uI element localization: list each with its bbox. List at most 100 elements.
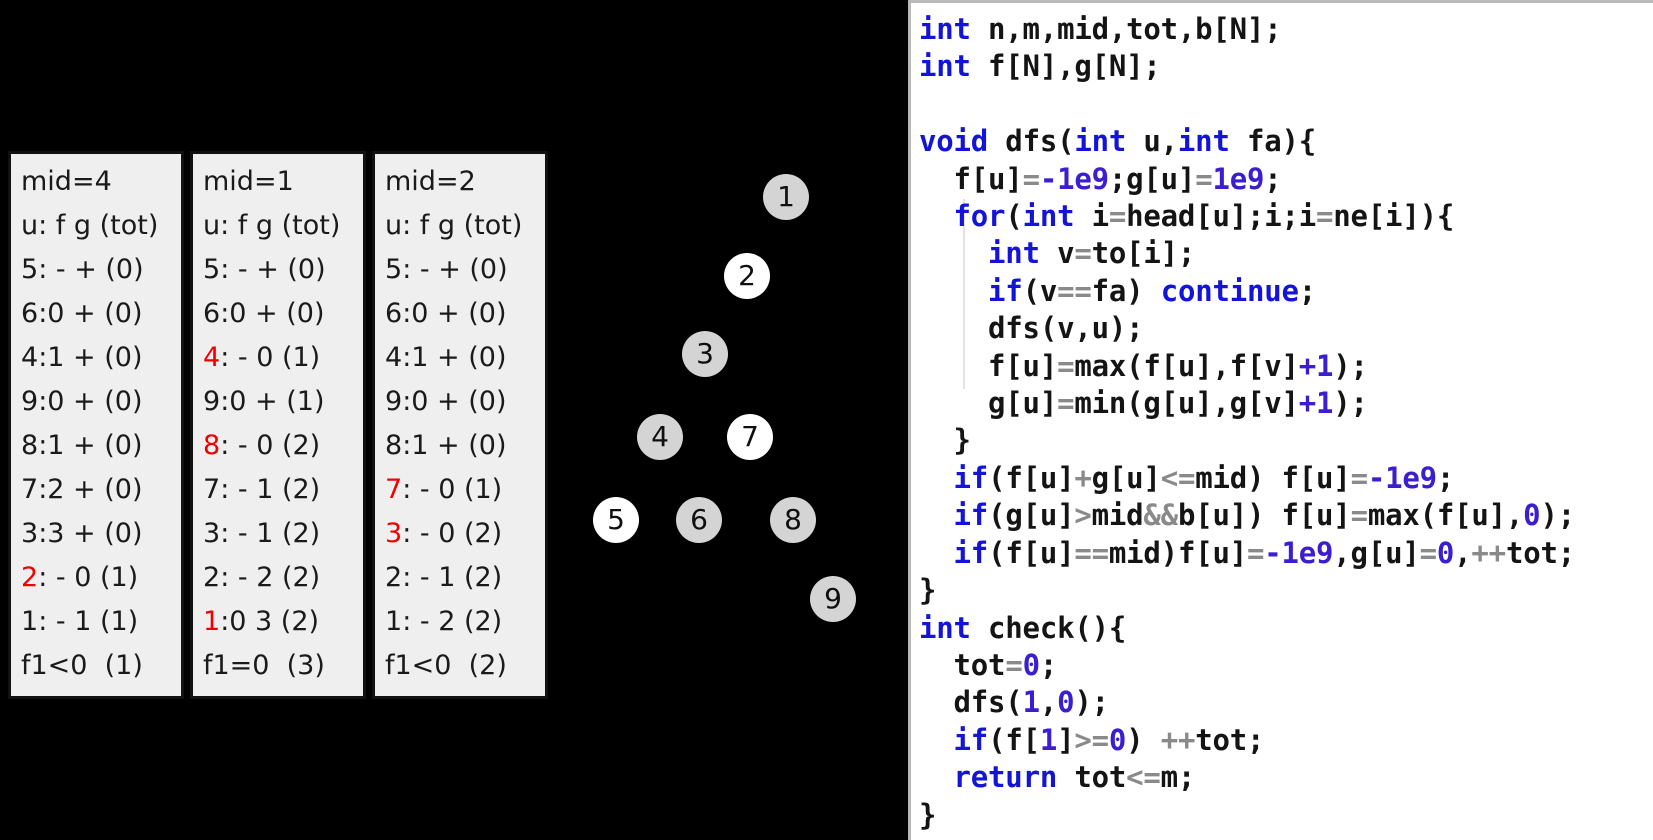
- code-token-pl: }: [919, 573, 937, 608]
- trace-row: 5: - + (0): [203, 248, 353, 292]
- code-token-pl: tot: [919, 647, 1006, 682]
- trace-row-values: :0 + (0): [220, 298, 325, 329]
- trace-table-footer: f1=0 (3): [203, 650, 325, 681]
- trace-row-node: 2: [203, 562, 221, 593]
- trace-row: 4:1 + (0): [385, 336, 535, 380]
- code-pane: int n,m,mid,tot,b[N]; int f[N],g[N]; void…: [908, 0, 1653, 840]
- trace-row-values: :0 + (0): [402, 298, 507, 329]
- trace-row-values: :1 + (0): [402, 342, 507, 373]
- trace-row: 4: - 0 (1): [203, 336, 353, 380]
- trace-row-values: :0 + (1): [220, 386, 325, 417]
- code-token-pl: g[u]: [1091, 460, 1161, 495]
- code-token-op: <=: [1160, 460, 1196, 495]
- code-token-op: =: [1246, 535, 1265, 570]
- code-token-pl: ,g[u]: [1333, 535, 1420, 570]
- trace-row-node: 3: [203, 518, 221, 549]
- code-token-op: >: [1074, 498, 1092, 533]
- code-token-pl: f[u]: [919, 348, 1058, 383]
- trace-row-node: 1: [21, 606, 39, 637]
- code-token-pl: mid)f[u]: [1108, 535, 1247, 570]
- code-token-op: =: [1350, 460, 1368, 495]
- trace-row-node: 7: [21, 474, 39, 505]
- trace-row: 2: - 1 (2): [385, 556, 535, 600]
- trace-row-node: 3: [385, 518, 403, 549]
- trace-table: mid=2 u: f g (tot) 5: - + (0) 6:0 + (0) 4:1 …: [372, 151, 548, 699]
- code-token-pl: ;: [1039, 647, 1058, 682]
- trace-table-title: mid=1: [203, 166, 294, 197]
- trace-row-node: 8: [21, 430, 39, 461]
- code-line: }: [919, 797, 1653, 834]
- code-line: int check(){: [919, 610, 1653, 647]
- trace-row-values: : - 0 (2): [402, 518, 503, 549]
- code-token-op: =: [1108, 199, 1127, 234]
- code-token-pl: }: [919, 797, 937, 832]
- code-token-kw: int: [1074, 124, 1127, 159]
- trace-row: 6:0 + (0): [385, 292, 535, 336]
- code-token-kw: continue: [1160, 273, 1299, 308]
- trace-table-title: mid=4: [21, 166, 112, 197]
- code-token-kw: int: [988, 236, 1040, 271]
- trace-row-values: : - 0 (1): [220, 342, 321, 373]
- trace-row: 9:0 + (1): [203, 380, 353, 424]
- code-token-op: =: [1074, 236, 1092, 271]
- trace-row: 5: - + (0): [21, 248, 171, 292]
- code-token-kw: int: [1022, 199, 1075, 234]
- trace-row-values: : - 1 (2): [220, 474, 321, 505]
- code-token-pl: n,m,mid,tot,b[N];: [970, 12, 1282, 46]
- code-token-pl: m;: [1160, 760, 1196, 795]
- code-token-pl: max(f[u],: [1367, 498, 1524, 533]
- code-line: tot=0;: [919, 647, 1653, 684]
- code-token-op: ++: [1160, 722, 1196, 757]
- graph-node-9: 9: [810, 576, 856, 622]
- code-line: f[u]=-1e9;g[u]=1e9;: [919, 161, 1653, 198]
- graph-node-2: 2: [724, 253, 770, 299]
- trace-row-node: 4: [21, 342, 39, 373]
- trace-row: 6:0 + (0): [203, 292, 353, 336]
- code-token-pl: mid) f[u]: [1195, 460, 1351, 495]
- code-token-pl: f[u]: [919, 161, 1023, 196]
- code-token-pl: ;g[u]: [1108, 161, 1196, 196]
- code-token-num: +1: [1298, 348, 1334, 383]
- code-token-kw: if: [953, 722, 989, 757]
- code-token-pl: (v: [1022, 273, 1058, 308]
- code-token-pl: }: [919, 423, 971, 458]
- code-token-pl: check(){: [970, 610, 1127, 645]
- code-line: }: [919, 422, 1653, 459]
- code-token-pl: (f[u]: [988, 535, 1075, 570]
- code-token-pl: dfs(: [988, 124, 1075, 159]
- code-token-op: =: [1057, 348, 1075, 383]
- left-pane: mid=4 u: f g (tot) 5: - + (0) 6:0 + (0) 4:1 …: [0, 0, 905, 840]
- trace-row: 8:1 + (0): [385, 424, 535, 468]
- trace-table-header: u: f g (tot): [203, 210, 341, 241]
- trace-row: 1:0 3 (2): [203, 600, 353, 644]
- code-line: if(f[u]+g[u]<=mid) f[u]=-1e9;: [919, 460, 1653, 497]
- trace-row-node: 5: [385, 254, 403, 285]
- code-token-kw: int: [1177, 124, 1230, 159]
- trace-row: 3: - 0 (2): [385, 512, 535, 556]
- code-token-pl: (g[u]: [988, 498, 1075, 533]
- code-token-op: <=: [1126, 760, 1161, 795]
- trace-row: 1: - 2 (2): [385, 600, 535, 644]
- trace-row: 4:1 + (0): [21, 336, 171, 380]
- graph-node-1: 1: [763, 174, 809, 220]
- code-token-pl: ,: [1454, 535, 1472, 570]
- trace-tables: mid=4 u: f g (tot) 5: - + (0) 6:0 + (0) 4:1 …: [8, 151, 548, 699]
- trace-row-node: 5: [203, 254, 221, 285]
- trace-row-values: : - 2 (2): [220, 562, 321, 593]
- code-token-num: +1: [1298, 386, 1334, 421]
- trace-row: 9:0 + (0): [21, 380, 171, 424]
- code-token-pl: dfs(v,u);: [919, 311, 1144, 346]
- code-token-pl: );: [1074, 685, 1109, 720]
- code-token-num: 0: [1057, 685, 1075, 720]
- code-token-pl: );: [1333, 386, 1368, 421]
- trace-row-values: : - 0 (1): [38, 562, 139, 593]
- trace-row-values: :3 + (0): [38, 518, 143, 549]
- trace-row-node: 6: [21, 298, 39, 329]
- trace-row-values: :0 3 (2): [220, 606, 320, 637]
- code-token-pl: to[i];: [1091, 236, 1196, 271]
- graph-node-5: 5: [593, 497, 639, 543]
- trace-row-values: : - 2 (2): [402, 606, 503, 637]
